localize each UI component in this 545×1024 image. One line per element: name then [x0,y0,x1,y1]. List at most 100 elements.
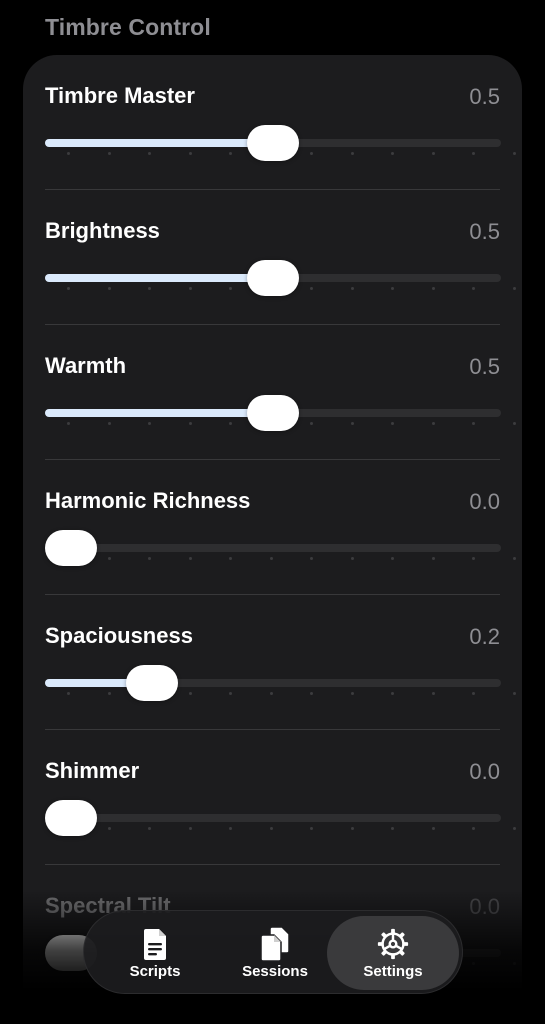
slider-tick [350,422,354,425]
slider-tick [229,557,232,560]
slider-row: Harmonic Richness 0.0 [23,460,522,595]
slider-tick [188,557,192,560]
gear-icon [377,928,409,960]
tab-label: Scripts [129,963,181,980]
slider-label: Timbre Master [45,83,195,108]
slider[interactable] [45,530,516,570]
slider-label: Warmth [45,353,127,378]
documents-icon [260,926,290,962]
slider-tick [391,827,394,830]
slider-tick [350,557,354,560]
slider-tick [148,152,151,155]
slider-tick [431,287,435,290]
slider-tick [107,557,111,560]
slider-row: Timbre Master 0.5 [23,55,522,190]
slider[interactable] [45,800,516,840]
slider-tick [188,152,192,155]
slider-thumb[interactable] [125,665,178,701]
slider-value: 0.0 [469,489,500,514]
slider-tick [512,152,516,155]
slider-tick [229,152,232,155]
slider-tick [310,152,313,155]
slider-tick [229,422,232,425]
slider-tick [188,287,192,290]
slider-thumb[interactable] [247,125,299,161]
slider-track[interactable] [45,814,501,822]
slider-value: 0.0 [469,759,500,784]
slider-tick [391,692,394,695]
slider-tick [107,152,111,155]
slider[interactable] [45,125,516,165]
slider-tick [269,557,273,560]
slider-tick [391,557,394,560]
slider-label: Harmonic Richness [45,488,251,513]
section-title: Timbre Control [45,14,211,40]
slider-tick [107,287,111,290]
slider-tick [67,152,70,155]
slider-fill [45,139,273,147]
slider-row: Warmth 0.5 [23,325,522,460]
slider[interactable] [45,260,516,300]
slider-thumb[interactable] [45,530,97,566]
slider-tick [310,827,313,830]
slider-tick [310,557,313,560]
slider-tick [472,152,475,155]
slider-tick [148,827,151,830]
slider-thumb[interactable] [247,395,299,431]
slider-tick [310,422,313,425]
slider-tick [67,422,70,425]
tab-bar: Scripts Sessions Settings [83,910,463,994]
slider-thumb[interactable] [247,260,299,296]
slider-track[interactable] [45,544,501,552]
slider-tick [512,422,516,425]
slider-tick [188,422,192,425]
slider-thumb[interactable] [45,800,97,836]
tab-label: Settings [363,963,423,980]
tab-label: Sessions [242,963,308,980]
slider-tick [148,557,151,560]
slider-label: Spaciousness [45,623,193,648]
slider-tick [512,287,516,290]
slider-tick [472,557,475,560]
slider-tick [188,827,192,830]
slider-label: Brightness [45,218,160,243]
slider[interactable] [45,395,516,435]
slider-tick [107,827,111,830]
tab-scripts[interactable]: Scripts [89,916,221,990]
slider-tick [310,287,313,290]
slider-row: Brightness 0.5 [23,190,522,325]
slider-label: Shimmer [45,758,140,783]
slider-tick [472,827,475,830]
slider-tick [431,827,435,830]
slider-value: 0.5 [469,84,500,109]
slider-tick [148,287,151,290]
slider-tick [67,692,70,695]
slider-tick [107,692,111,695]
slider-tick [431,152,435,155]
slider-fill [45,409,273,417]
slider-tick [350,827,354,830]
slider-row: Shimmer 0.0 [23,730,522,865]
tab-settings[interactable]: Settings [327,916,459,990]
document-icon [144,929,166,960]
slider-tick [350,692,354,695]
slider-fill [45,274,273,282]
slider-tick [512,557,516,560]
slider-tick [350,152,354,155]
slider-tick [310,692,313,695]
slider-tick [188,692,192,695]
tab-sessions[interactable]: Sessions [209,916,341,990]
slider-value: 0.5 [469,219,500,244]
slider-tick [229,827,232,830]
slider-tick [512,827,516,830]
slider-tick [472,422,475,425]
slider-tick [269,692,273,695]
slider[interactable] [45,665,516,705]
slider-value: 0.2 [469,624,500,649]
slider-tick [269,827,273,830]
slider-value: 0.5 [469,354,500,379]
slider-tick [472,287,475,290]
slider-tick [472,692,475,695]
slider-tick [431,692,435,695]
slider-tick [107,422,111,425]
